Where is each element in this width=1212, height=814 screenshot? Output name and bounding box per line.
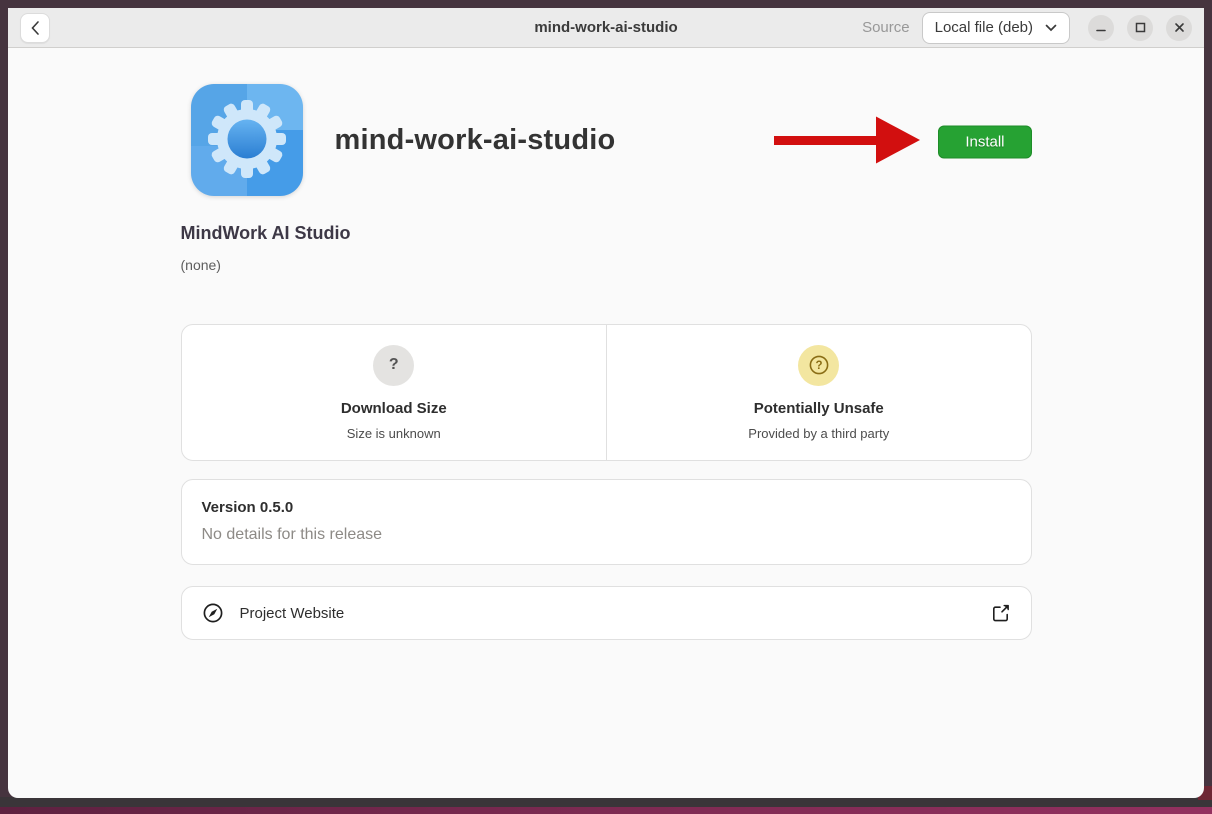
chevron-left-icon bbox=[29, 20, 41, 36]
maximize-icon bbox=[1134, 21, 1147, 34]
chevron-down-icon bbox=[1045, 24, 1057, 32]
back-button[interactable] bbox=[20, 13, 50, 43]
tile-subtitle: Provided by a third party bbox=[748, 426, 889, 441]
window-controls bbox=[1088, 15, 1192, 41]
version-card[interactable]: Version 0.5.0 No details for this releas… bbox=[181, 479, 1032, 565]
desktop-bottom-strip bbox=[0, 797, 1212, 807]
install-button[interactable]: Install bbox=[938, 126, 1031, 159]
source-label: Source bbox=[862, 19, 910, 36]
download-size-tile[interactable]: ? Download Size Size is unknown bbox=[182, 325, 607, 460]
app-header: mind-work-ai-studio Install bbox=[181, 84, 1032, 196]
tile-title: Download Size bbox=[341, 400, 447, 417]
tile-title: Potentially Unsafe bbox=[754, 400, 884, 417]
headerbar-right: Source Local file (deb) bbox=[862, 12, 1192, 44]
compass-icon bbox=[202, 602, 224, 624]
headerbar: mind-work-ai-studio Source Local file (d… bbox=[8, 8, 1204, 48]
software-window: mind-work-ai-studio Source Local file (d… bbox=[8, 8, 1204, 798]
unsafe-question-icon: ? bbox=[798, 345, 839, 386]
safety-tile[interactable]: ? Potentially Unsafe Provided by a third… bbox=[606, 325, 1031, 460]
close-button[interactable] bbox=[1166, 15, 1192, 41]
app-details-page: mind-work-ai-studio Install MindWork AI … bbox=[8, 48, 1204, 797]
app-gear-icon bbox=[191, 84, 303, 196]
version-subtitle: No details for this release bbox=[202, 526, 1011, 544]
tile-subtitle: Size is unknown bbox=[347, 426, 441, 441]
context-tiles: ? Download Size Size is unknown ? Potent bbox=[181, 324, 1032, 461]
website-label: Project Website bbox=[240, 605, 345, 622]
desktop-background: mind-work-ai-studio Source Local file (d… bbox=[0, 0, 1212, 814]
project-website-row[interactable]: Project Website bbox=[181, 586, 1032, 640]
version-title: Version 0.5.0 bbox=[202, 499, 1011, 516]
question-glyph: ? bbox=[389, 356, 399, 374]
external-link-icon bbox=[991, 603, 1011, 623]
question-icon: ? bbox=[373, 345, 414, 386]
license-text: (none) bbox=[181, 257, 1032, 273]
developer-name: MindWork AI Studio bbox=[181, 223, 1032, 244]
minimize-icon bbox=[1095, 22, 1107, 34]
app-name-title: mind-work-ai-studio bbox=[335, 124, 616, 157]
minimize-button[interactable] bbox=[1088, 15, 1114, 41]
source-dropdown-value: Local file (deb) bbox=[935, 19, 1033, 36]
close-icon bbox=[1173, 21, 1186, 34]
maximize-button[interactable] bbox=[1127, 15, 1153, 41]
svg-text:?: ? bbox=[815, 360, 822, 372]
install-area: Install bbox=[772, 114, 1031, 171]
source-dropdown[interactable]: Local file (deb) bbox=[922, 12, 1070, 44]
wallpaper-line bbox=[0, 807, 1212, 814]
red-arrow-annotation bbox=[772, 114, 922, 171]
